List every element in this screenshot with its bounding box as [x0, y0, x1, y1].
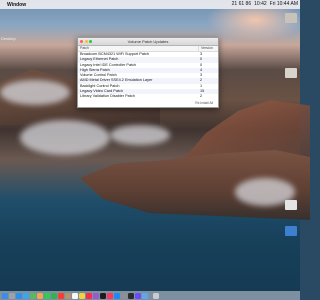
messages-icon[interactable]	[44, 292, 50, 299]
dock	[0, 291, 300, 300]
desktop-side-label: Desktop	[1, 36, 16, 41]
contacts-icon[interactable]	[65, 292, 71, 299]
window-title: Volume Patch Updates	[127, 39, 169, 44]
close-icon[interactable]	[80, 40, 83, 43]
desktop-file-icon[interactable]	[285, 68, 297, 78]
music-icon[interactable]	[86, 292, 92, 299]
app-store-icon[interactable]	[114, 292, 120, 299]
patch-version: 2	[200, 94, 203, 99]
facetime-icon[interactable]	[51, 292, 57, 299]
table-body: Broadcom BCM4321 WiFi Support Patch 3 Leg…	[78, 52, 218, 100]
app-menu-name[interactable]: Window	[7, 2, 26, 8]
desktop-drive-icon[interactable]	[285, 200, 297, 210]
desktop-file-icon[interactable]	[285, 13, 297, 23]
maps-icon[interactable]	[30, 292, 36, 299]
tv-icon[interactable]	[100, 292, 106, 299]
wallpaper-cloud	[0, 80, 70, 105]
calendar-icon[interactable]	[58, 292, 64, 299]
zoom-icon[interactable]	[89, 40, 92, 43]
podcasts-icon[interactable]	[93, 292, 99, 299]
patch-name: Library Validation Disabler Patch	[80, 94, 135, 99]
clock[interactable]: Fri 10:44 AM	[270, 1, 298, 7]
mail-icon[interactable]	[23, 292, 29, 299]
window-titlebar[interactable]: Volume Patch Updates	[78, 38, 218, 46]
desktop-folder-icon[interactable]	[285, 226, 297, 236]
news-icon[interactable]	[107, 292, 113, 299]
wallpaper-cloud	[20, 120, 110, 155]
status-item[interactable]: 10:42	[254, 1, 267, 7]
reinstall-all-button[interactable]: Re-Install All	[193, 101, 215, 106]
patch-updates-window: Volume Patch Updates Patch Version Broad…	[77, 37, 219, 108]
terminal-icon[interactable]	[128, 292, 134, 299]
menu-bar: Window 21 61 86 10:42 Fri 10:44 AM	[0, 0, 300, 9]
photos-icon[interactable]	[37, 292, 43, 299]
safari-icon[interactable]	[16, 292, 22, 299]
window-controls	[80, 40, 92, 43]
patcher-icon[interactable]	[135, 292, 141, 299]
menu-bar-status: 21 61 86 10:42 Fri 10:44 AM	[232, 1, 298, 7]
settings-icon[interactable]	[121, 292, 127, 299]
wallpaper-cloud	[110, 125, 170, 145]
column-header-patch[interactable]: Patch	[78, 46, 199, 51]
trash-icon[interactable]	[153, 292, 159, 299]
reminders-icon[interactable]	[72, 292, 78, 299]
column-header-version[interactable]: Version	[199, 46, 213, 51]
minimize-icon[interactable]	[84, 40, 88, 43]
patch-table: Patch Version Broadcom BCM4321 WiFi Supp…	[78, 46, 218, 100]
status-item[interactable]: 21 61 86	[232, 1, 251, 7]
notes-icon[interactable]	[79, 292, 85, 299]
folder-icon[interactable]	[142, 292, 148, 299]
launchpad-icon[interactable]	[9, 292, 15, 299]
finder-icon[interactable]	[2, 292, 8, 299]
table-row[interactable]: Library Validation Disabler Patch 2	[78, 94, 218, 99]
